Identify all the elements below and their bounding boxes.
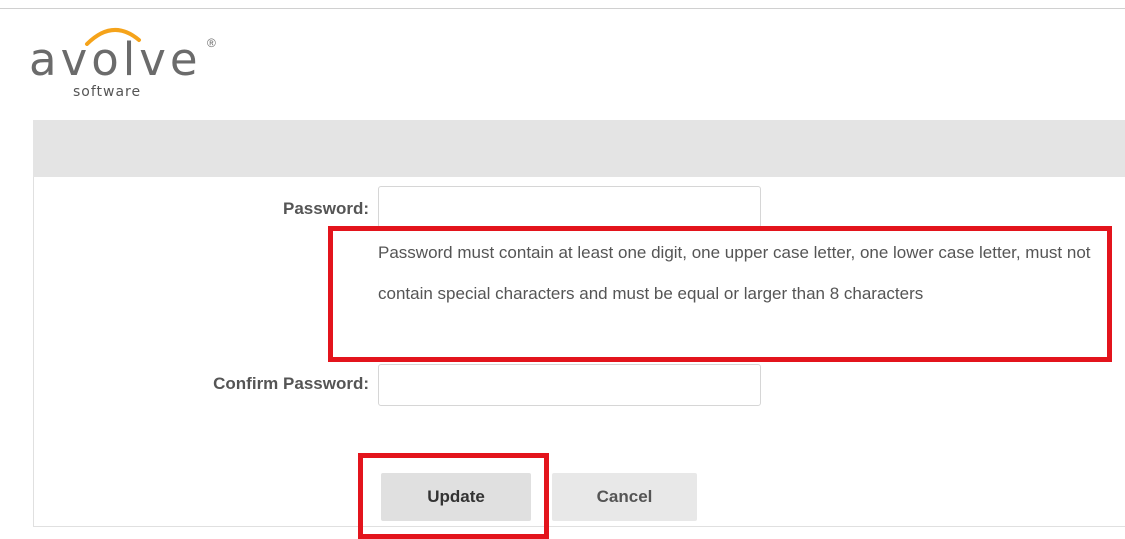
logo-subtext: software [73, 84, 142, 100]
panel-header-bar [33, 120, 1125, 177]
password-input[interactable] [378, 186, 761, 228]
top-divider [0, 8, 1125, 9]
password-label: Password: [283, 199, 369, 218]
logo-registered-mark: ® [207, 36, 216, 50]
avolve-logo: avolve ® software [29, 27, 229, 110]
hint-highlight-box [328, 226, 1112, 362]
confirm-password-label: Confirm Password: [213, 374, 369, 393]
logo-wordmark: avolve [29, 33, 202, 86]
confirm-password-input[interactable] [378, 364, 761, 406]
cancel-button[interactable]: Cancel [552, 473, 697, 521]
update-highlight-box [358, 453, 549, 539]
